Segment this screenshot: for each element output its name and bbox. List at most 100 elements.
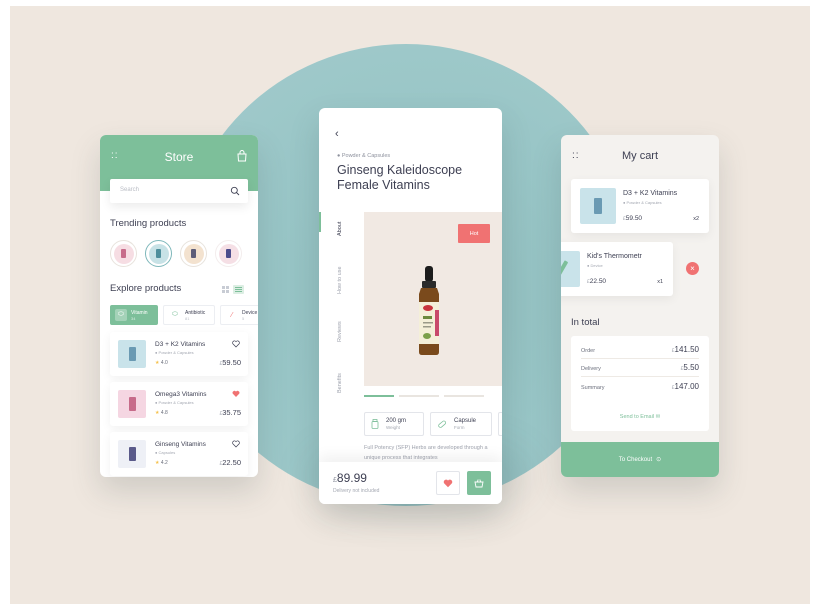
thermometer-icon: ⁄ [231,311,233,319]
divider [581,358,699,359]
product-card[interactable]: Omega3 Vitamins ● Powder & Capsules ★ 4.… [110,382,248,426]
product-rating: ★ 4.8 [155,410,168,416]
chip-device[interactable]: ⁄ Device 5 [220,305,258,325]
in-total-title: In total [571,317,600,328]
arrow-right-circle-icon: ⊙ [656,457,662,463]
product-category: ● Powder & Capsules [155,400,194,405]
pill-icon: ⬭ [115,309,127,321]
dropper-bottle-image [419,266,439,355]
showcase-background: :: Store Search Trending products Explor… [10,6,810,604]
basket-icon [474,479,484,488]
favorite-button[interactable] [436,471,460,495]
trending-product-1[interactable] [110,240,137,267]
chip-count: 81 [185,315,190,321]
cart-item-image [561,251,580,287]
delivery-note: Delivery not included [333,488,380,494]
product-price: £89.99 [333,471,367,485]
cart-item-name: Kid's Thermometr [587,253,642,260]
pager-dot[interactable] [399,395,439,397]
star-icon: ★ [155,460,160,466]
cart-item-category: ● Device [587,263,603,268]
checkout-button[interactable]: To Checkout ⊙ [561,442,719,477]
spec-value: 200 gm [386,418,407,424]
total-row-delivery: Delivery £5.50 [581,363,699,372]
spec-weight: 200 gm Weight [364,412,424,436]
divider [581,376,699,377]
cart-item-price: £22.50 [587,278,607,285]
cart-item-category: ● Powder & Capsules [623,200,662,205]
cart-item-qty: x2 [693,216,699,222]
total-row-order: Order £141.50 [581,345,699,354]
product-image [118,390,146,418]
tab-benefits[interactable]: Benefits [337,373,343,393]
product-image [118,440,146,468]
capsule-icon [438,420,447,428]
store-screen: :: Store Search Trending products Explor… [100,135,258,477]
product-description: Full Potency (SFP) Herbs are developed t… [364,445,488,461]
heart-filled-icon[interactable] [232,390,240,398]
trending-product-2[interactable] [145,240,172,267]
close-icon: × [690,264,695,273]
product-price: £35.75 [219,408,241,417]
chip-antibiotic[interactable]: ⬭ Antibiotic 81 [163,305,215,325]
remove-item-button[interactable]: × [686,262,699,275]
heart-outline-icon[interactable] [232,340,240,348]
hot-badge: Hot [458,224,490,243]
cart-item[interactable]: D3 + K2 Vitamins ● Powder & Capsules £59… [571,179,709,233]
view-toggle [221,285,244,294]
cart-title: My cart [621,150,659,162]
detail-footer: £89.99 Delivery not included [319,462,502,504]
send-to-email-link[interactable]: Send to Email ✉ [571,414,709,420]
heart-outline-icon[interactable] [232,440,240,448]
pager-dot[interactable] [444,395,484,397]
product-name: D3 + K2 Vitamins [155,341,206,348]
store-title: Store [164,150,194,164]
trending-product-4[interactable] [215,240,242,267]
cart-item-swiped[interactable]: Kid's Thermometr ● Device £22.50 x1 [561,242,673,296]
shopping-bag-icon[interactable] [237,150,247,162]
cart-item-name: D3 + K2 Vitamins [623,190,678,197]
trending-product-3[interactable] [180,240,207,267]
product-name: Ginseng Vitamins [155,441,206,448]
search-placeholder: Search [120,187,140,193]
star-icon: ★ [155,410,160,416]
cart-item-qty: x1 [657,279,663,285]
capsule-icon: ⬭ [172,311,178,318]
search-icon[interactable] [230,186,240,196]
tab-about[interactable]: About [337,222,343,236]
tab-reviews[interactable]: Reviews [337,321,343,342]
product-detail-screen: ‹ ● Powder & Capsules Ginseng Kaleidosco… [319,108,502,504]
cart-item-image [580,188,616,224]
image-pager [364,395,484,397]
search-input[interactable]: Search [110,179,248,203]
product-category: ● Powder & Capsules [337,153,391,159]
totals-panel: Order £141.50 Delivery £5.50 Summary £147.0… [571,336,709,431]
heart-filled-icon [443,479,453,487]
spec-key: Form [454,425,465,430]
product-category: ● Powder & Capsules [155,350,194,355]
list-view-icon[interactable] [233,285,244,294]
product-rating: ★ 4.2 [155,460,168,466]
grid-view-icon[interactable] [221,285,230,294]
star-icon: ★ [155,360,160,366]
product-rating: ★ 4.0 [155,360,168,366]
spec-form: Capsule Form [430,412,492,436]
product-card[interactable]: D3 + K2 Vitamins ● Powder & Capsules ★ 4… [110,332,248,376]
product-price: £59.50 [219,358,241,367]
mail-icon: ✉ [655,414,661,420]
product-name: Omega3 Vitamins [155,391,207,398]
back-arrow-icon[interactable]: ‹ [335,128,339,140]
product-category: ● Capsules [155,450,176,455]
add-to-cart-button[interactable] [467,471,491,495]
cart-item-price: £59.50 [623,215,643,222]
product-price: £22.50 [219,458,241,467]
chip-vitamin[interactable]: ⬭ Vitamin 34 [110,305,158,325]
pager-dot-active[interactable] [364,395,394,397]
spec-key: Weight [386,425,400,430]
chip-count: 34 [131,315,136,321]
spec-more [498,412,502,436]
tab-how-to-use[interactable]: How to use [337,266,343,294]
product-card[interactable]: Ginseng Vitamins ● Capsules ★ 4.2 £22.50 [110,432,248,476]
product-title: Ginseng Kaleidoscope Female Vitamins [337,163,463,192]
active-tab-indicator [319,212,321,232]
